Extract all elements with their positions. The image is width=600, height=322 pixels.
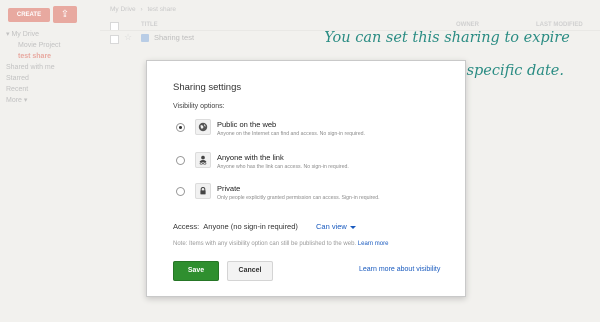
breadcrumb: My Drive › test share [110, 6, 179, 13]
publish-note: Note: Items with any visibility option c… [173, 241, 388, 247]
sidebar: ▾ My Drive Movie Project test share Shar… [6, 29, 60, 106]
note-text: Note: Items with any visibility option c… [173, 241, 357, 247]
option-label: Private [217, 184, 241, 193]
cancel-button[interactable]: Cancel [227, 261, 273, 281]
person-link-icon [195, 152, 211, 168]
row-checkbox[interactable] [110, 35, 119, 44]
access-value: Anyone (no sign-in required) [203, 222, 298, 231]
sharing-settings-dialog: Sharing settings Visibility options: Pub… [146, 60, 466, 297]
breadcrumb-separator: › [140, 6, 143, 13]
sidebar-item-shared[interactable]: Shared with me [6, 62, 60, 73]
sidebar-item-recent[interactable]: Recent [6, 84, 60, 95]
globe-icon [195, 119, 211, 135]
column-title[interactable]: TITLE [141, 22, 158, 28]
sidebar-item-my-drive[interactable]: ▾ My Drive [6, 29, 60, 40]
access-label: Access: [173, 222, 200, 231]
can-view-label: Can view [316, 222, 347, 231]
option-description: Anyone who has the link can access. No s… [217, 164, 349, 170]
sidebar-item-more[interactable]: More ▾ [6, 95, 60, 106]
dialog-title: Sharing settings [173, 82, 242, 93]
upload-button[interactable]: ⇪ [53, 6, 77, 23]
upload-icon: ⇪ [60, 9, 70, 20]
lock-icon [195, 183, 211, 199]
option-anyone-with-link[interactable]: Anyone with the link Anyone who has the … [173, 152, 453, 178]
save-button[interactable]: Save [173, 261, 219, 281]
file-title[interactable]: Sharing test [154, 33, 194, 42]
sidebar-item-test-share[interactable]: test share [6, 51, 60, 62]
breadcrumb-my-drive[interactable]: My Drive [110, 6, 136, 13]
radio-anyone-with-link[interactable] [176, 156, 185, 165]
option-public-on-web[interactable]: Public on the web Anyone on the Internet… [173, 119, 453, 145]
access-row: Access: Anyone (no sign-in required) [173, 222, 298, 231]
radio-public[interactable] [176, 123, 185, 132]
breadcrumb-current: test share [147, 6, 176, 13]
radio-private[interactable] [176, 187, 185, 196]
option-description: Only people explicitly granted permissio… [217, 195, 380, 201]
top-bar: CREATE ⇪ My Drive › test share [0, 0, 600, 23]
annotation-line-1: You can set this sharing to expire [324, 30, 570, 46]
note-learn-more-link[interactable]: Learn more [358, 241, 389, 247]
option-label: Public on the web [217, 120, 277, 129]
learn-more-visibility-link[interactable]: Learn more about visibility [359, 266, 440, 273]
sidebar-item-starred[interactable]: Starred [6, 73, 60, 84]
option-label: Anyone with the link [217, 153, 284, 162]
option-description: Anyone on the Internet can find and acce… [217, 131, 365, 137]
chevron-down-icon [349, 225, 356, 229]
document-icon [141, 34, 149, 42]
option-private[interactable]: Private Only people explicitly granted p… [173, 183, 453, 209]
create-button[interactable]: CREATE [8, 8, 50, 22]
star-icon[interactable]: ☆ [124, 32, 132, 43]
sidebar-item-movie-project[interactable]: Movie Project [6, 40, 60, 51]
can-view-dropdown[interactable]: Can view [316, 222, 356, 231]
visibility-options-label: Visibility options: [173, 103, 225, 110]
